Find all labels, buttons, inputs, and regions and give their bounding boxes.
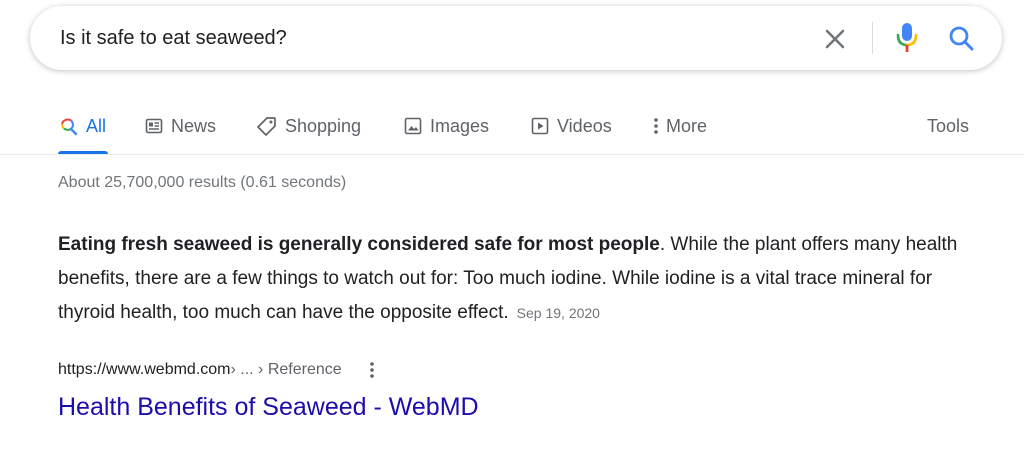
tab-news-label: News xyxy=(171,115,217,136)
mic-icon[interactable] xyxy=(890,20,924,56)
snippet-date: Sep 19, 2020 xyxy=(516,305,600,321)
tabs-divider xyxy=(0,154,1024,155)
tab-all[interactable]: All xyxy=(58,100,106,152)
snippet-highlight: Eating fresh seaweed is generally consid… xyxy=(58,234,660,255)
tools-label: Tools xyxy=(927,115,970,136)
result-title-link[interactable]: Health Benefits of Seaweed - WebMD xyxy=(58,393,479,422)
tab-shopping[interactable]: Shopping xyxy=(257,100,361,152)
search-tabs: All News Shopping Images Videos More Too… xyxy=(0,100,1024,156)
tools-button[interactable]: Tools xyxy=(927,100,969,152)
result-url[interactable]: https://www.webmd.com xyxy=(58,361,231,379)
search-icon[interactable] xyxy=(945,22,979,56)
tag-icon xyxy=(257,116,277,136)
search-icon xyxy=(58,116,78,136)
tab-more-label: More xyxy=(666,115,708,136)
tab-all-label: All xyxy=(86,115,107,136)
featured-snippet: Eating fresh seaweed is generally consid… xyxy=(58,228,978,330)
image-icon xyxy=(404,117,422,135)
result-breadcrumb: › ... › Reference xyxy=(230,361,342,378)
result-citation: https://www.webmd.com › ... › Reference xyxy=(58,358,376,382)
close-icon[interactable] xyxy=(820,24,850,54)
tab-news[interactable]: News xyxy=(145,100,216,152)
search-bar xyxy=(30,6,1002,70)
news-icon xyxy=(145,117,163,135)
play-icon xyxy=(531,117,549,135)
tab-videos-label: Videos xyxy=(557,115,612,136)
result-stats: About 25,700,000 results (0.61 seconds) xyxy=(58,174,347,191)
search-divider xyxy=(872,22,873,54)
tab-videos[interactable]: Videos xyxy=(531,100,612,152)
more-vert-icon[interactable] xyxy=(368,360,376,380)
more-vert-icon xyxy=(652,116,660,136)
tab-more[interactable]: More xyxy=(652,100,707,152)
tab-shopping-label: Shopping xyxy=(285,115,362,136)
search-input[interactable] xyxy=(60,6,820,70)
tab-images[interactable]: Images xyxy=(404,100,489,152)
tab-images-label: Images xyxy=(430,115,490,136)
